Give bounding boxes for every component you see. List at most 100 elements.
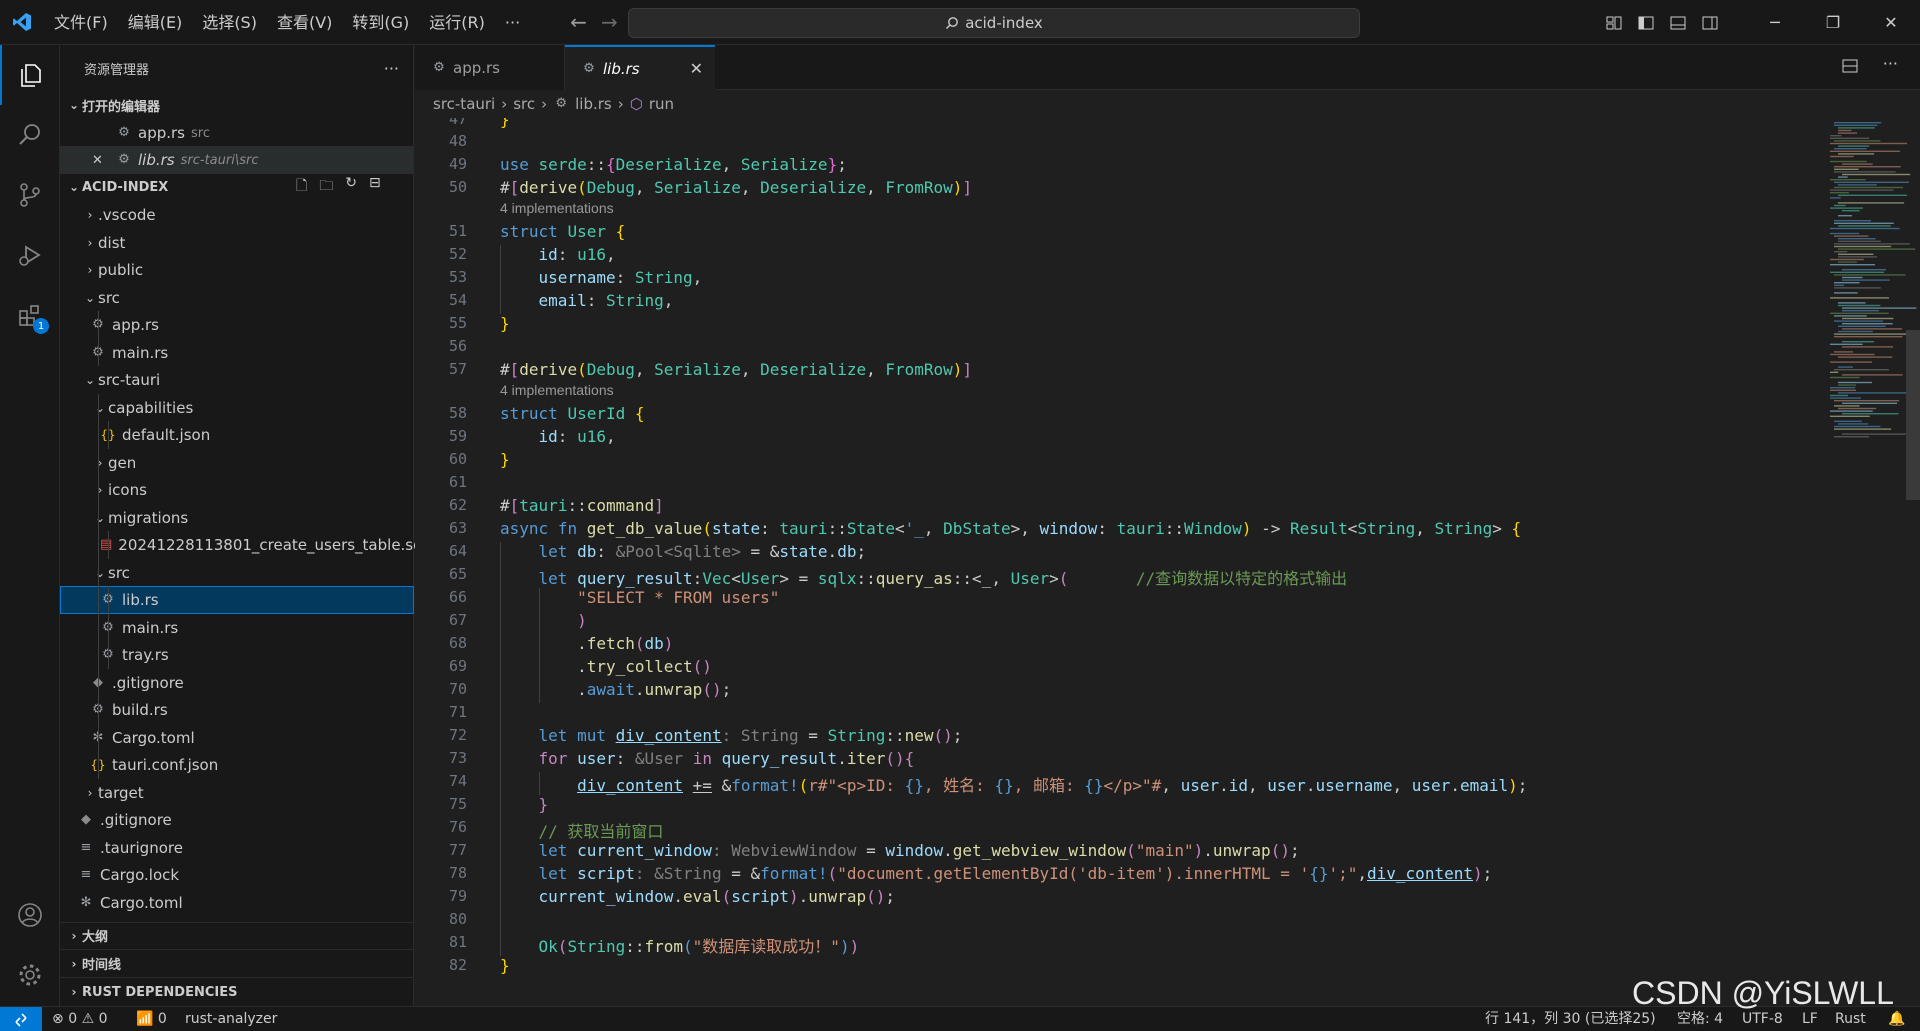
tree-file[interactable]: ◆.gitignore xyxy=(60,669,414,697)
minimap-line xyxy=(1834,282,1860,284)
broadcast-icon: 📶 xyxy=(136,1011,154,1027)
breadcrumb-item[interactable]: src-tauri xyxy=(433,95,495,113)
tab-app-rs[interactable]: ⚙ app.rs xyxy=(415,45,565,90)
menu-run[interactable]: 运行(R) xyxy=(419,0,495,45)
open-editor-item[interactable]: ⚙ app.rs src xyxy=(60,119,414,147)
tree-folder[interactable]: ⌄ migrations xyxy=(60,504,414,532)
outline-section[interactable]: › 大纲 xyxy=(60,922,414,950)
menu-edit[interactable]: 编辑(E) xyxy=(118,0,193,45)
problems-indicator[interactable]: ⊗ 0 ⚠ 0 xyxy=(52,1007,108,1031)
tree-file[interactable]: ⚙tray.rs xyxy=(60,641,414,669)
refresh-icon[interactable]: ↻ xyxy=(345,175,357,199)
codelens-implementations[interactable]: 4 implementations xyxy=(500,200,614,216)
tree-file[interactable]: ◆.gitignore xyxy=(60,806,414,834)
tree-folder[interactable]: ⌄ src xyxy=(60,559,414,587)
breadcrumb-item[interactable]: run xyxy=(649,95,674,113)
breadcrumb-item[interactable]: lib.rs xyxy=(575,95,612,113)
menu-file[interactable]: 文件(F) xyxy=(44,0,118,45)
tab-label: lib.rs xyxy=(603,59,640,78)
code-line: .fetch(db) xyxy=(500,634,674,653)
toggle-primary-sidebar-icon[interactable] xyxy=(1630,0,1662,45)
search-view-icon[interactable] xyxy=(0,105,60,165)
minimap-line xyxy=(1842,310,1879,312)
minimize-icon[interactable]: ─ xyxy=(1746,0,1804,45)
customize-layout-icon[interactable] xyxy=(1598,0,1630,45)
minimap-line xyxy=(1834,420,1862,422)
codelens-implementations[interactable]: 4 implementations xyxy=(500,382,614,398)
project-section[interactable]: ⌄ ACID-INDEX 🗋 🗀 ↻ ⊟ xyxy=(60,173,414,201)
chevron-right-icon: › xyxy=(501,95,508,113)
tree-file[interactable]: ✻Cargo.toml xyxy=(60,724,414,752)
minimap-line xyxy=(1842,402,1898,404)
rust-analyzer-status[interactable]: rust-analyzer xyxy=(185,1007,277,1031)
cursor-position[interactable]: 行 141，列 30 (已选择25) xyxy=(1485,1007,1656,1031)
menu-go[interactable]: 转到(G) xyxy=(342,0,419,45)
open-editors-section[interactable]: ⌄ 打开的编辑器 xyxy=(60,91,414,119)
tree-file[interactable]: ⚙build.rs xyxy=(60,696,414,724)
restore-icon[interactable]: ❐ xyxy=(1804,0,1862,45)
manage-gear-icon[interactable] xyxy=(0,945,60,1005)
function-symbol-icon: ⬡ xyxy=(629,95,643,113)
close-editor-icon[interactable]: ✕ xyxy=(92,153,110,168)
tree-folder[interactable]: ⌄ capabilities xyxy=(60,394,414,422)
tree-file[interactable]: ⚙app.rs xyxy=(60,311,414,339)
editor-more-icon[interactable]: ··· xyxy=(1883,54,1898,73)
tree-folder[interactable]: ⌄ src-tauri xyxy=(60,366,414,394)
tree-file[interactable]: ⚙main.rs xyxy=(60,614,414,642)
extensions-icon[interactable]: 1 xyxy=(0,285,60,345)
source-control-icon[interactable] xyxy=(0,165,60,225)
toggle-secondary-sidebar-icon[interactable] xyxy=(1694,0,1726,45)
split-editor-icon[interactable] xyxy=(1842,58,1858,78)
menu-more[interactable]: ··· xyxy=(495,0,530,45)
tree-label: main.rs xyxy=(122,619,179,637)
tree-file[interactable]: {}tauri.conf.json xyxy=(60,751,414,779)
breadcrumb-item[interactable]: src xyxy=(513,95,535,113)
timeline-section[interactable]: › 时间线 xyxy=(60,950,414,978)
line-number: 71 xyxy=(448,703,467,721)
new-folder-icon[interactable]: 🗀 xyxy=(319,175,333,199)
minimap[interactable] xyxy=(1790,118,1920,1006)
tree-folder[interactable]: › gen xyxy=(60,449,414,477)
tree-folder[interactable]: › .vscode xyxy=(60,201,414,229)
minimap-line xyxy=(1842,269,1887,271)
forward-arrow-icon[interactable]: → xyxy=(601,10,618,34)
tab-close-icon[interactable]: ✕ xyxy=(690,59,703,78)
editor-scrollbar[interactable] xyxy=(1906,330,1920,500)
tree-folder[interactable]: › target xyxy=(60,779,414,807)
back-arrow-icon[interactable]: ← xyxy=(570,10,587,34)
tree-file[interactable]: {}default.json xyxy=(60,421,414,449)
tree-file[interactable]: ✻Cargo.toml xyxy=(60,889,414,917)
tree-file-selected[interactable]: ⚙lib.rs xyxy=(60,586,414,614)
code-line: for user: &User in query_result.iter(){ xyxy=(538,749,915,768)
minimap-line xyxy=(1842,433,1906,435)
tree-folder[interactable]: › icons xyxy=(60,476,414,504)
explorer-icon[interactable] xyxy=(0,45,60,105)
tree-file[interactable]: ≡ .taurignore xyxy=(60,834,414,862)
minimap-line xyxy=(1842,413,1899,415)
open-editor-item[interactable]: ✕ ⚙ lib.rs src-tauri\src xyxy=(60,146,414,174)
collapse-all-icon[interactable]: ⊟ xyxy=(369,175,381,199)
tree-folder[interactable]: ⌄ src xyxy=(60,284,414,312)
code-editor[interactable]: 47 } 48 49 use serde::{Deserialize, Seri… xyxy=(415,118,1790,1006)
tree-file[interactable]: ▤ 20241228113801_create_users_table.sql xyxy=(60,531,427,559)
minimap-line xyxy=(1838,129,1852,132)
remote-indicator-icon[interactable] xyxy=(0,1007,42,1031)
explorer-more-button[interactable]: ··· xyxy=(384,59,399,78)
tree-file[interactable]: ≡ Cargo.lock xyxy=(60,861,414,889)
run-debug-icon[interactable] xyxy=(0,225,60,285)
rust-dependencies-section[interactable]: › RUST DEPENDENCIES xyxy=(60,978,414,1006)
menu-view[interactable]: 查看(V) xyxy=(267,0,342,45)
tab-lib-rs[interactable]: ⚙ lib.rs ✕ xyxy=(565,45,715,90)
tree-folder[interactable]: › public xyxy=(60,256,414,284)
tree-folder[interactable]: › dist xyxy=(60,229,414,257)
accounts-icon[interactable] xyxy=(0,885,60,945)
toggle-panel-icon[interactable] xyxy=(1662,0,1694,45)
line-number: 69 xyxy=(448,657,467,675)
ports-indicator[interactable]: 📶 0 xyxy=(136,1007,167,1031)
menu-selection[interactable]: 选择(S) xyxy=(192,0,267,45)
close-window-icon[interactable]: ✕ xyxy=(1862,0,1920,45)
new-file-icon[interactable]: 🗋 xyxy=(296,175,307,199)
tree-file[interactable]: ⚙main.rs xyxy=(60,339,414,367)
command-center-search[interactable]: acid-index xyxy=(628,8,1360,38)
code-line: email: String, xyxy=(538,291,674,310)
